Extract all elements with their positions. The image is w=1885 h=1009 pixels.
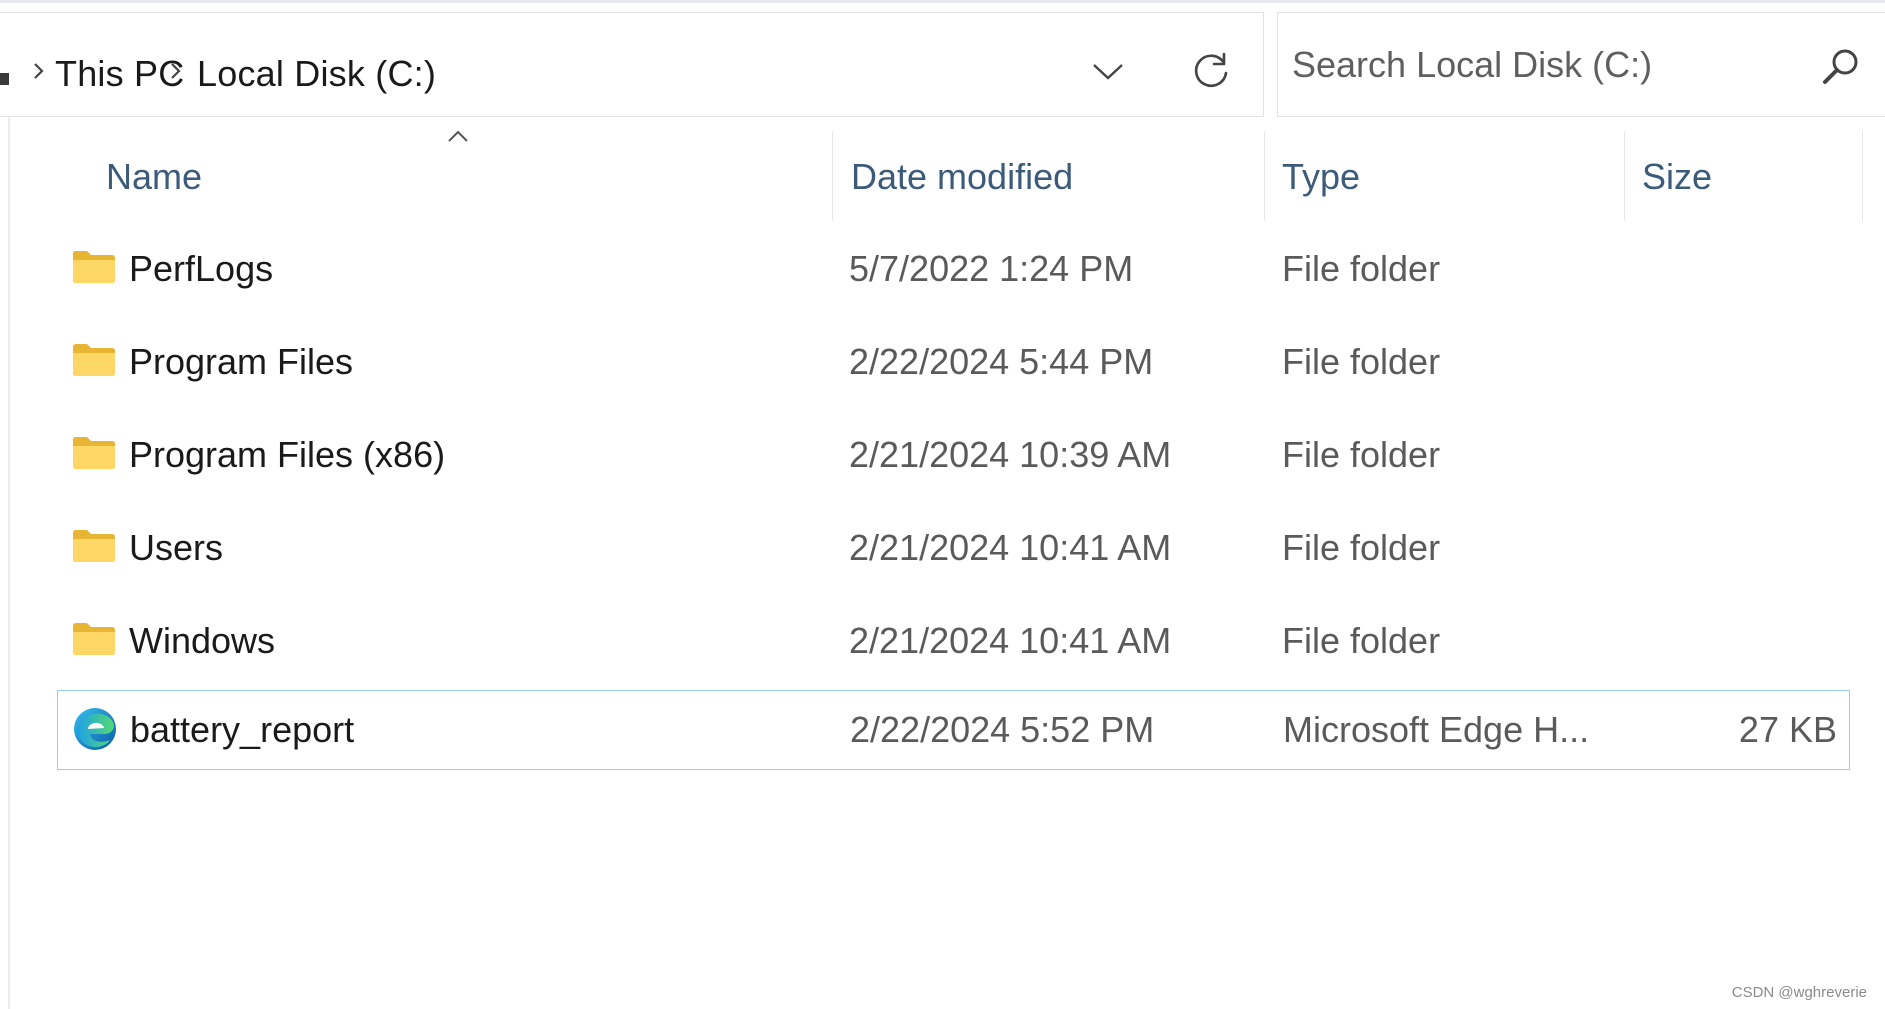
column-separator[interactable] bbox=[1264, 131, 1265, 221]
column-header-name-label: Name bbox=[106, 156, 203, 197]
column-header-date-label: Date modified bbox=[851, 156, 1074, 197]
watermark-text: CSDN @wghreverie bbox=[1731, 984, 1867, 1001]
address-bar[interactable]: This PC Local Disk (C:) bbox=[0, 12, 1264, 117]
window-top-edge bbox=[0, 0, 1885, 3]
chevron-right-icon[interactable] bbox=[168, 61, 184, 81]
file-date-modified: 2/22/2024 5:52 PM bbox=[850, 709, 1155, 750]
column-header-size[interactable]: Size bbox=[1642, 129, 1862, 225]
column-header-name[interactable]: Name bbox=[106, 129, 826, 225]
file-row-battery-report[interactable]: battery_report 2/22/2024 5:52 PM Microso… bbox=[57, 690, 1850, 770]
chevron-right-icon[interactable] bbox=[31, 61, 47, 81]
file-date-modified: 2/22/2024 5:44 PM bbox=[849, 341, 1154, 382]
column-separator[interactable] bbox=[1862, 131, 1863, 221]
file-type: File folder bbox=[1282, 341, 1441, 382]
file-date-modified: 2/21/2024 10:41 AM bbox=[849, 620, 1172, 661]
search-input[interactable] bbox=[1292, 37, 1792, 93]
folder-icon bbox=[73, 623, 115, 655]
file-name: battery_report bbox=[130, 709, 355, 750]
file-row-users[interactable]: Users 2/21/2024 10:41 AM File folder bbox=[57, 509, 1850, 589]
file-name: Program Files bbox=[129, 341, 354, 382]
file-date-modified: 5/7/2022 1:24 PM bbox=[849, 248, 1134, 289]
file-list-view[interactable]: Name Date modified Type Size PerfLogs 5/… bbox=[0, 117, 1885, 1009]
navigation-pane-divider bbox=[8, 117, 10, 1009]
search-box[interactable] bbox=[1277, 12, 1885, 117]
column-separator[interactable] bbox=[832, 131, 833, 221]
file-type: File folder bbox=[1282, 620, 1441, 661]
file-type: File folder bbox=[1282, 434, 1441, 475]
breadcrumb-this-pc[interactable]: This PC bbox=[55, 53, 184, 95]
folder-icon bbox=[73, 437, 115, 469]
refresh-icon bbox=[1194, 52, 1228, 88]
file-row-perflogs[interactable]: PerfLogs 5/7/2022 1:24 PM File folder bbox=[57, 230, 1850, 310]
file-row-program-files[interactable]: Program Files 2/22/2024 5:44 PM File fol… bbox=[57, 323, 1850, 403]
file-type: Microsoft Edge H... bbox=[1283, 709, 1590, 750]
edge-icon bbox=[74, 708, 116, 750]
file-name: PerfLogs bbox=[129, 248, 274, 289]
breadcrumb-local-disk[interactable]: Local Disk (C:) bbox=[197, 53, 436, 95]
file-name: Users bbox=[129, 527, 224, 568]
column-separator[interactable] bbox=[1624, 131, 1625, 221]
column-header-type[interactable]: Type bbox=[1282, 129, 1618, 225]
folder-icon bbox=[73, 251, 115, 283]
column-header-size-label: Size bbox=[1642, 156, 1713, 197]
search-icon[interactable] bbox=[1818, 45, 1862, 89]
home-icon[interactable] bbox=[0, 73, 9, 85]
file-row-program-files-x86[interactable]: Program Files (x86) 2/21/2024 10:39 AM F… bbox=[57, 416, 1850, 496]
file-name: Program Files (x86) bbox=[129, 434, 446, 475]
file-type: File folder bbox=[1282, 527, 1441, 568]
file-date-modified: 2/21/2024 10:41 AM bbox=[849, 527, 1172, 568]
folder-icon bbox=[73, 344, 115, 376]
refresh-button[interactable] bbox=[1186, 47, 1236, 97]
address-history-dropdown[interactable] bbox=[1088, 53, 1128, 89]
file-date-modified: 2/21/2024 10:39 AM bbox=[849, 434, 1172, 475]
file-name: Windows bbox=[129, 620, 276, 661]
file-type: File folder bbox=[1282, 248, 1441, 289]
folder-icon bbox=[73, 530, 115, 562]
column-header-type-label: Type bbox=[1282, 156, 1361, 197]
chevron-down-icon bbox=[1093, 64, 1123, 80]
column-header-date-modified[interactable]: Date modified bbox=[851, 129, 1259, 225]
file-row-windows[interactable]: Windows 2/21/2024 10:41 AM File folder bbox=[57, 602, 1850, 682]
file-size: 27 KB bbox=[1738, 709, 1837, 750]
